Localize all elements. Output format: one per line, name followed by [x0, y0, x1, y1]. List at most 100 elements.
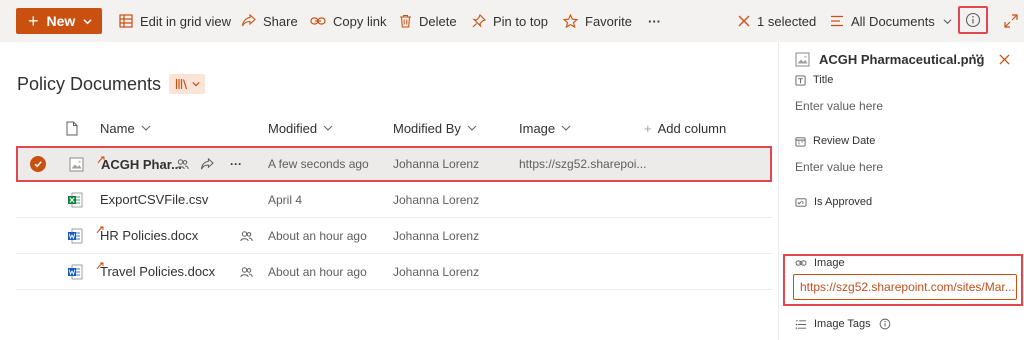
expand-icon	[1004, 14, 1018, 28]
favorite-button[interactable]: Favorite	[563, 12, 632, 30]
row-image-link[interactable]: https://szg52.sharepoi...	[519, 148, 646, 180]
view-switcher[interactable]: All Documents	[830, 12, 952, 30]
field-image-text: Image	[814, 257, 845, 269]
table-row[interactable]: ExportCSVFile.csv April 4 Johanna Lorenz	[16, 182, 772, 218]
text-field-icon	[795, 74, 806, 86]
column-header-name[interactable]: Name	[100, 118, 151, 138]
field-image-label: Image	[795, 257, 845, 269]
column-header-image[interactable]: Image	[519, 118, 571, 138]
table-row[interactable]: Travel Policies.docx About an hour ago J…	[16, 254, 772, 290]
pin-to-top-label: Pin to top	[493, 13, 548, 29]
row-modified-by[interactable]: Johanna Lorenz	[393, 254, 479, 289]
library-views-button[interactable]	[169, 74, 206, 94]
new-button[interactable]: + New	[16, 8, 102, 34]
row-more-button[interactable]: ···	[230, 148, 242, 180]
library-icon	[175, 79, 187, 90]
row-checkbox[interactable]	[30, 148, 46, 180]
column-modified-label: Modified	[268, 120, 318, 136]
chevron-down-icon	[141, 125, 151, 131]
checkmark-icon	[30, 156, 46, 172]
field-image-value: https://szg52.sharepoint.com/sites/Mar..…	[800, 280, 1015, 294]
row-modified-by[interactable]: Johanna Lorenz	[393, 218, 479, 253]
add-column-button[interactable]: + Add column	[644, 118, 726, 138]
delete-label: Delete	[419, 13, 457, 29]
field-title-text: Title	[813, 74, 834, 86]
close-icon	[999, 54, 1010, 65]
copy-link-label: Copy link	[333, 13, 387, 29]
new-item-icon	[96, 262, 104, 270]
selected-count: 1 selected	[757, 13, 817, 29]
expand-button[interactable]	[1004, 12, 1024, 30]
edit-grid-view-button[interactable]: Edit in grid view	[119, 12, 231, 30]
details-pane: ACGH Pharmaceutical.png ··· Title Enter …	[778, 42, 1024, 340]
column-header-modified[interactable]: Modified	[268, 118, 333, 138]
field-title-label: Title	[795, 74, 833, 86]
row-modified: April 4	[268, 192, 303, 207]
calendar-icon	[795, 136, 806, 147]
copy-link-button[interactable]: Copy link	[310, 12, 386, 30]
command-bar: + New Edit in grid view Share Copy link …	[0, 0, 1024, 42]
more-icon: ···	[648, 13, 661, 29]
row-modified: About an hour ago	[268, 228, 367, 243]
link-icon	[795, 260, 807, 266]
field-review-date-label: Review Date	[795, 135, 875, 147]
close-icon	[738, 15, 750, 27]
star-icon	[563, 14, 578, 28]
row-modified-by[interactable]: Johanna Lorenz	[393, 148, 479, 180]
table-row[interactable]: ACGH Phar... ··· A few seconds ago Johan…	[16, 146, 772, 182]
grid-icon	[119, 14, 133, 28]
chevron-down-icon	[83, 18, 92, 24]
chevron-down-icon	[323, 125, 333, 131]
row-modified: About an hour ago	[268, 264, 367, 279]
field-is-approved-label[interactable]: Is Approved	[795, 196, 872, 208]
library-title-area: Policy Documents	[17, 73, 206, 95]
document-icon	[66, 121, 78, 135]
row-name[interactable]: HR Policies.docx	[96, 218, 199, 253]
plus-icon: +	[644, 120, 652, 136]
chevron-down-icon	[467, 125, 477, 131]
word-file-icon	[67, 218, 83, 253]
column-name-label: Name	[100, 120, 135, 136]
link-icon	[310, 17, 326, 25]
row-share-button[interactable]	[200, 148, 214, 180]
shared-icon	[240, 218, 253, 253]
pane-more-button[interactable]: ···	[971, 48, 984, 63]
row-modified: A few seconds ago	[268, 157, 369, 171]
row-name[interactable]: ACGH Phar...	[97, 148, 182, 180]
info-icon	[965, 12, 981, 28]
delete-button[interactable]: Delete	[399, 12, 457, 30]
column-header-modified-by[interactable]: Modified By	[393, 118, 477, 138]
view-label: All Documents	[851, 13, 935, 29]
row-name-text: ACGH Phar...	[101, 156, 182, 172]
field-title-input[interactable]: Enter value here	[795, 99, 883, 113]
column-image-label: Image	[519, 120, 556, 136]
row-name-text: Travel Policies.docx	[100, 264, 216, 279]
word-file-icon	[67, 254, 83, 289]
list-view-icon	[831, 15, 843, 27]
shared-icon	[176, 148, 189, 180]
row-modified-by[interactable]: Johanna Lorenz	[393, 182, 479, 217]
field-review-date-input[interactable]: Enter value here	[795, 160, 883, 174]
new-item-icon	[96, 226, 104, 234]
pin-icon	[472, 14, 486, 28]
file-type-header[interactable]	[66, 118, 78, 138]
row-name-text: HR Policies.docx	[100, 228, 199, 243]
share-button[interactable]: Share	[241, 12, 298, 30]
field-image-input[interactable]: https://szg52.sharepoint.com/sites/Mar..…	[793, 274, 1017, 300]
row-name[interactable]: Travel Policies.docx	[96, 254, 216, 289]
trash-icon	[400, 14, 411, 28]
more-commands-button[interactable]: ···	[648, 12, 661, 30]
row-name[interactable]: ExportCSVFile.csv	[100, 182, 208, 217]
share-label: Share	[263, 13, 298, 29]
pane-close-button[interactable]	[999, 52, 1010, 70]
new-item-icon	[97, 156, 105, 164]
table-row[interactable]: HR Policies.docx About an hour ago Johan…	[16, 218, 772, 254]
clear-selection-button[interactable]: 1 selected	[738, 12, 816, 30]
chevron-down-icon	[943, 18, 952, 24]
pin-to-top-button[interactable]: Pin to top	[472, 12, 548, 30]
info-icon[interactable]	[879, 318, 891, 330]
chevron-down-icon	[191, 81, 200, 87]
info-pane-button[interactable]	[958, 6, 988, 34]
share-icon	[241, 14, 256, 27]
new-button-label: New	[46, 13, 76, 29]
